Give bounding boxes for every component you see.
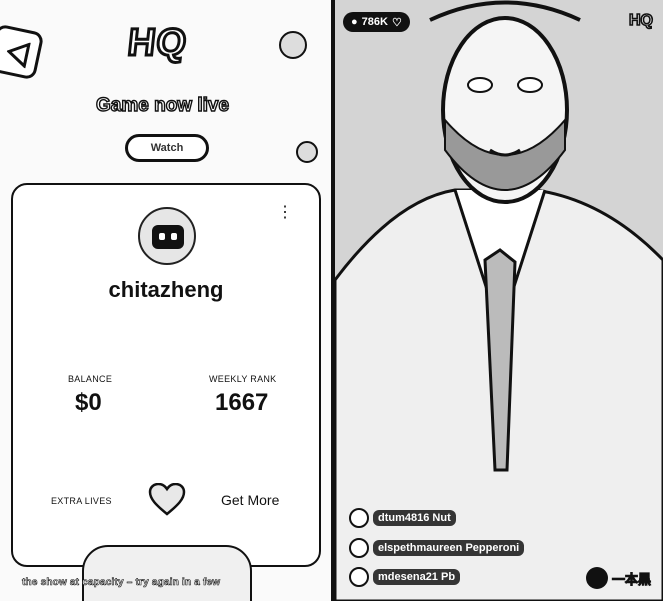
weekly-rank-label: WEEKLY RANK [209,374,277,384]
avatar[interactable] [138,207,196,265]
avatar [349,538,369,558]
bottom-tab[interactable] [82,545,252,601]
decorative-bubble [296,141,318,163]
viewer-count: 786K [361,16,388,28]
back-button[interactable] [0,23,45,81]
heart-icon [148,483,186,516]
weekly-rank-value: 1667 [215,389,269,416]
balance-value: $0 [75,389,102,416]
watermark-text: 一本黑 [611,571,651,587]
decorative-bubble [279,31,307,59]
get-more-link[interactable]: Get More [221,492,279,508]
avatar [349,508,369,528]
extra-lives-label: EXTRA LIVES [51,496,112,506]
capacity-notice: the show at capacity – try again in a fe… [22,577,221,589]
back-arrow-icon [6,42,31,69]
comment-text: Pepperoni [465,542,520,554]
watermark: 一本黑 [585,567,652,589]
chat-comment: elspethmaureen Pepperoni [349,538,525,558]
chat-comment: dtum4816 Nut [349,508,456,528]
chat-bubble-icon [585,567,608,589]
comment-user: elspethmaureen [378,542,463,554]
game-lobby-panel: HQ Game now live Watch ⋮ chitazheng BALA… [0,0,331,601]
comment-text: Nut [432,512,451,524]
robot-avatar-icon [152,225,184,249]
profile-card: ⋮ chitazheng BALANCE $0 WEEKLY RANK 1667… [11,183,321,567]
balance-label: BALANCE [68,374,113,384]
username: chitazheng [108,277,224,302]
hq-corner-logo: HQ [628,11,654,30]
person-icon: ● [351,16,358,28]
chat-comment: mdesena21 Pb [349,567,461,587]
live-stream-panel: ● 786K ♡ HQ dtum4816 Nut elspethmaureen … [335,0,663,601]
hq-logo: HQ [124,21,190,66]
more-vert-icon[interactable]: ⋮ [277,205,293,221]
avatar [349,567,369,587]
viewer-heart-icon: ♡ [391,16,402,29]
comment-user: dtum4816 [378,512,430,524]
game-status-title: Game now live [95,94,230,116]
comment-text: Pb [441,571,456,583]
comment-user: mdesena21 [378,571,438,583]
viewer-count-badge: ● 786K ♡ [343,12,410,32]
watch-button[interactable]: Watch [125,134,209,162]
